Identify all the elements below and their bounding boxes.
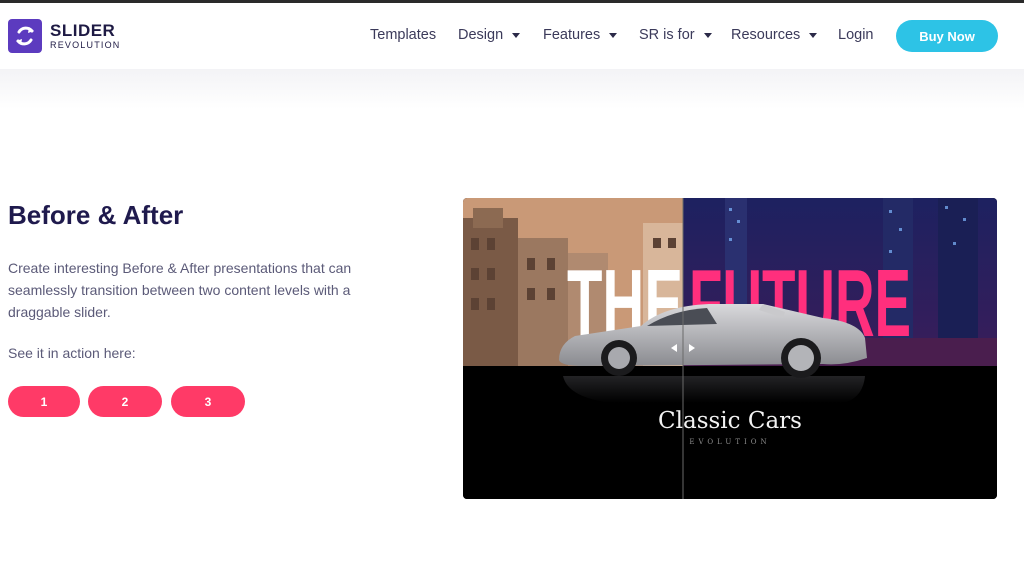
nav-item-sr-is-for[interactable]: SR is for [639, 27, 712, 43]
feature-description: Create interesting Before & After presen… [8, 260, 352, 320]
page-title: Before & After [8, 200, 184, 230]
nav-item-label: SR is for [639, 27, 695, 43]
demo-button-2[interactable]: 2 [88, 386, 162, 417]
site-header: SLIDER REVOLUTION Templates Design Featu… [0, 3, 1024, 69]
see-in-action-label: See it in action here: [8, 345, 136, 361]
before-after-slider[interactable]: THE FUTURE Classic Cars EVOLUTION [463, 198, 997, 499]
main-nav: Templates Design Features SR is for Reso… [0, 3, 1024, 69]
caret-down-icon [703, 33, 712, 38]
slider-caption-subtitle: EVOLUTION [689, 438, 771, 446]
nav-item-label: Resources [731, 27, 801, 43]
nav-item-label: Design [458, 27, 504, 43]
demo-button-3[interactable]: 3 [171, 386, 245, 417]
slider-caption-title: Classic Cars [658, 408, 802, 434]
caret-down-icon [512, 33, 521, 38]
nav-item-login[interactable]: Login [838, 27, 873, 43]
demo-button-1[interactable]: 1 [8, 386, 80, 417]
buy-now-button[interactable]: Buy Now [896, 20, 998, 52]
nav-item-label: Login [838, 27, 874, 43]
caret-down-icon [809, 33, 818, 38]
nav-item-label: Templates [370, 27, 437, 43]
nav-item-label: Features [543, 27, 601, 43]
caret-down-icon [609, 33, 618, 38]
nav-item-design[interactable]: Design [458, 27, 521, 43]
nav-item-templates[interactable]: Templates [370, 27, 436, 43]
nav-item-features[interactable]: Features [543, 27, 618, 43]
nav-item-resources[interactable]: Resources [731, 27, 818, 43]
slider-image: THE FUTURE [463, 198, 997, 499]
header-shadow [0, 69, 1024, 109]
